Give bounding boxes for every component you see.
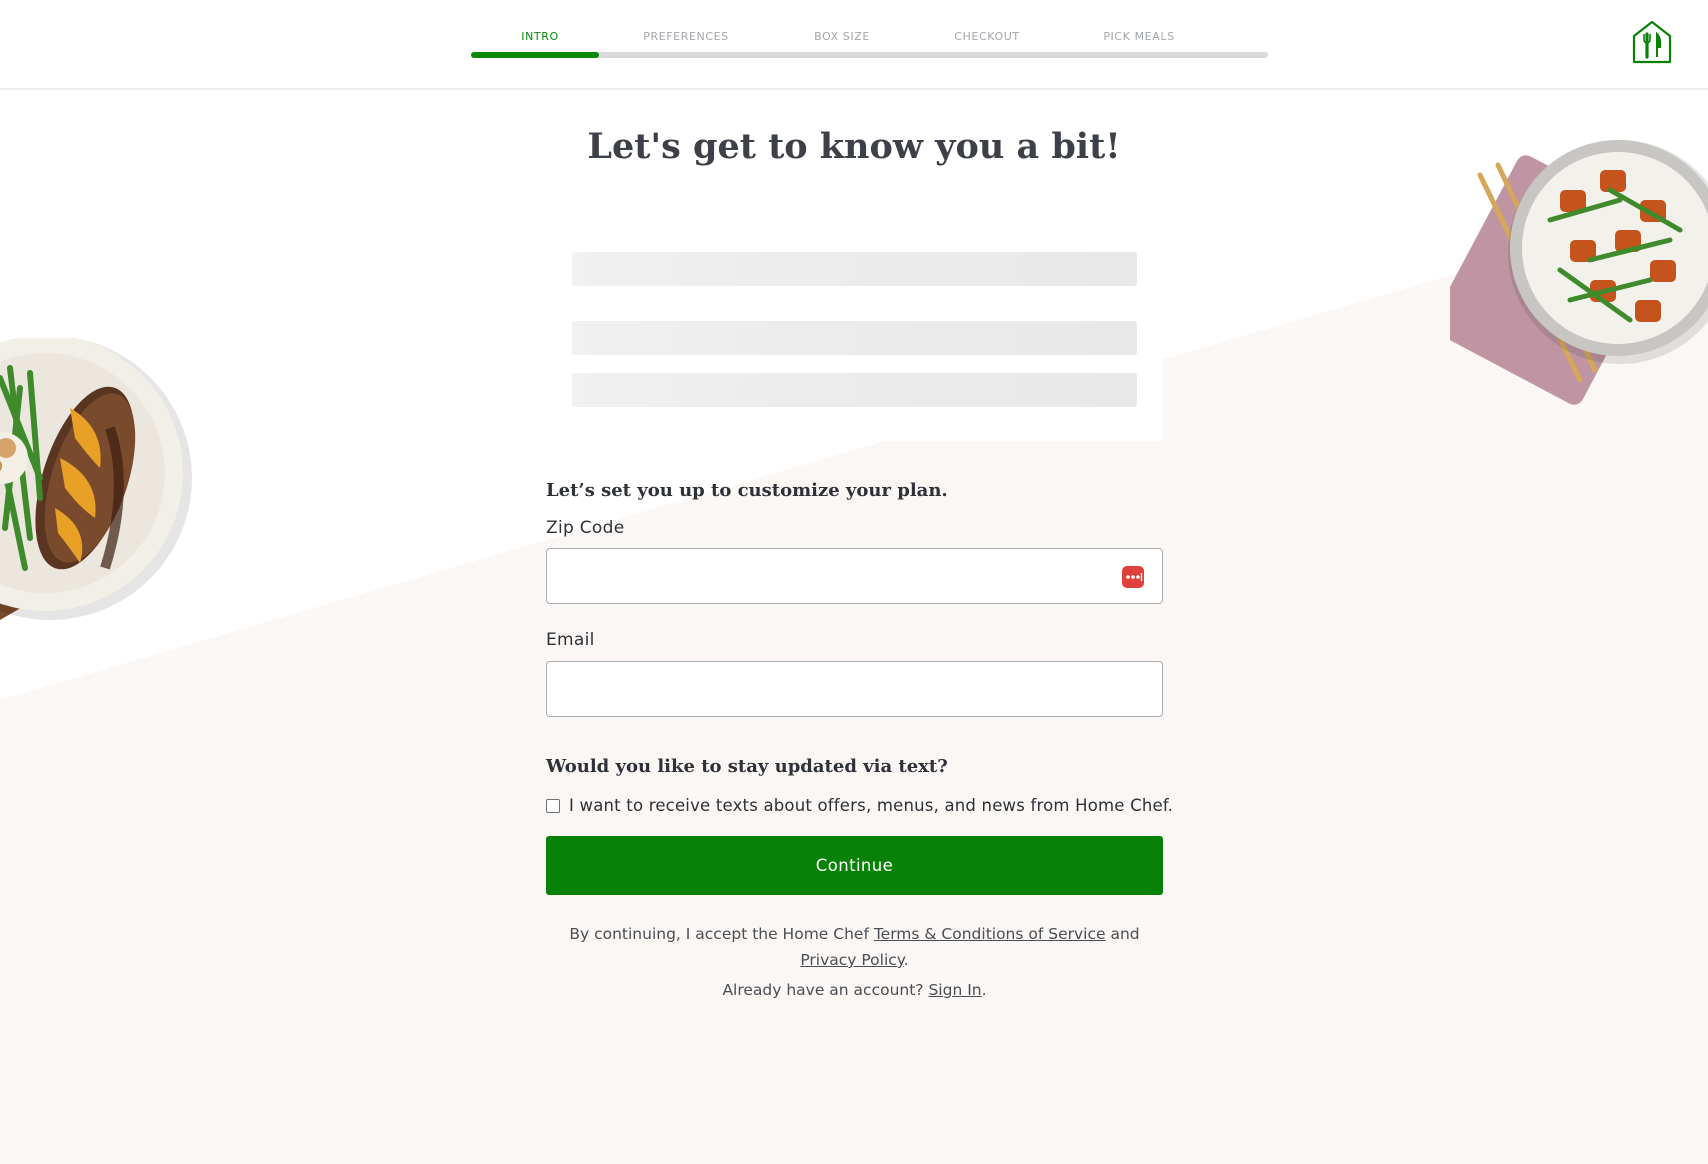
sms-opt-in-row[interactable]: I want to receive texts about offers, me…: [546, 796, 1173, 815]
skeleton-bar: [572, 373, 1137, 407]
email-label: Email: [546, 630, 595, 650]
food-plate-left-image: [0, 335, 210, 642]
zip-code-label: Zip Code: [546, 518, 625, 538]
signin-suffix: .: [981, 981, 987, 999]
loading-skeleton-card: [546, 226, 1163, 441]
step-checkout[interactable]: CHECKOUT: [954, 30, 1019, 43]
step-pick-meals[interactable]: PICK MEALS: [1103, 30, 1174, 43]
privacy-policy-link[interactable]: Privacy Policy: [800, 951, 903, 969]
progress-track: [471, 52, 1268, 58]
page-title: Let's get to know you a bit!: [587, 126, 1121, 167]
skeleton-bar: [572, 321, 1137, 355]
email-field[interactable]: [546, 661, 1163, 717]
signin-prefix: Already have an account?: [722, 981, 929, 999]
legal-prefix: By continuing, I accept the Home Chef: [569, 925, 874, 943]
step-box-size[interactable]: BOX SIZE: [814, 30, 870, 43]
home-chef-logo-icon[interactable]: [1630, 20, 1674, 64]
sign-in-link[interactable]: Sign In: [928, 981, 981, 999]
signin-text: Already have an account? Sign In.: [546, 981, 1163, 999]
header: INTRO PREFERENCES BOX SIZE CHECKOUT PICK…: [0, 0, 1708, 90]
zip-code-field[interactable]: [546, 548, 1163, 604]
continue-button[interactable]: Continue: [546, 836, 1163, 895]
step-intro[interactable]: INTRO: [521, 30, 559, 43]
legal-middle: and: [1105, 925, 1140, 943]
password-manager-icon[interactable]: [1122, 566, 1144, 588]
legal-text: By continuing, I accept the Home Chef Te…: [546, 921, 1163, 973]
progress-fill: [471, 52, 599, 58]
zip-code-input[interactable]: [547, 549, 1162, 603]
sms-opt-in-label[interactable]: I want to receive texts about offers, me…: [569, 796, 1173, 815]
setup-heading: Let’s set you up to customize your plan.: [546, 480, 948, 501]
legal-suffix: .: [903, 951, 909, 969]
progress-steps: INTRO PREFERENCES BOX SIZE CHECKOUT PICK…: [471, 28, 1268, 62]
skeleton-bar: [572, 252, 1137, 286]
food-bowl-right-image: [1431, 130, 1708, 410]
sms-opt-in-checkbox[interactable]: [546, 798, 560, 813]
email-input[interactable]: [547, 662, 1162, 716]
step-preferences[interactable]: PREFERENCES: [643, 30, 729, 43]
sms-heading: Would you like to stay updated via text?: [546, 756, 948, 777]
terms-link[interactable]: Terms & Conditions of Service: [874, 925, 1106, 943]
